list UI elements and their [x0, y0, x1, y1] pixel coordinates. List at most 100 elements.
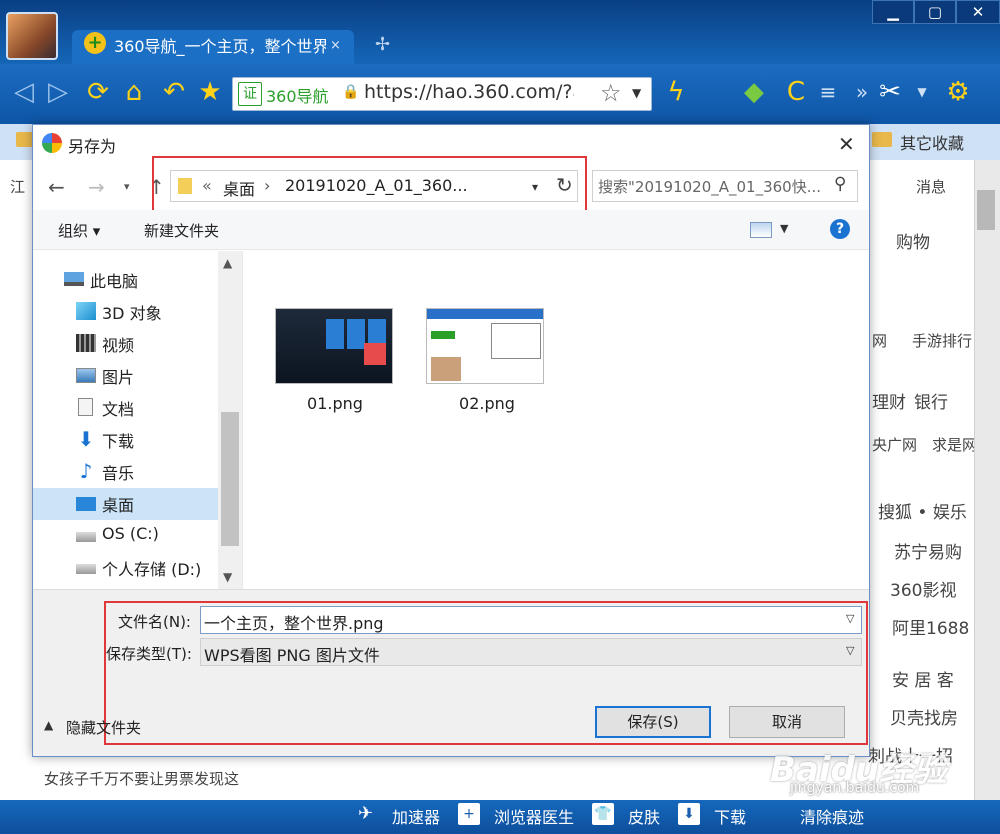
bg-link[interactable]: 理财	[872, 388, 906, 413]
file-thumbnail-01[interactable]	[275, 308, 393, 384]
nav-item-label: OS (C:)	[102, 524, 159, 543]
bg-link[interactable]: 安 居 客	[892, 666, 954, 691]
scissors-icon[interactable]: ✂	[874, 76, 906, 108]
bg-link[interactable]: 贝壳找房	[890, 704, 958, 729]
bg-link[interactable]: 网	[872, 330, 887, 351]
home-icon[interactable]: ⌂	[118, 76, 150, 108]
url-dropdown-icon[interactable]: ▼	[632, 86, 641, 100]
bg-link[interactable]: 央广网	[872, 434, 917, 455]
skin-icon: 👕	[592, 803, 614, 825]
nav-item-3d-objects[interactable]: 3D 对象	[74, 296, 218, 326]
settings-gear-icon[interactable]: ⚙	[942, 76, 974, 108]
video-icon	[76, 334, 96, 352]
help-icon[interactable]: ?	[830, 219, 850, 239]
page-scrollbar-thumb[interactable]	[977, 190, 995, 230]
nav-item-drive-c[interactable]: OS (C:)	[74, 520, 218, 550]
nav-item-this-pc[interactable]: 此电脑	[62, 264, 206, 294]
forward-icon[interactable]: ▷	[42, 76, 74, 108]
bg-link[interactable]: 搜狐 • 娱乐	[878, 498, 967, 523]
tab-close-button[interactable]: ×	[330, 38, 341, 53]
view-options-icon[interactable]	[750, 222, 772, 238]
nav-item-videos[interactable]: 视频	[74, 328, 218, 358]
refresh-icon[interactable]: ⟳	[82, 76, 114, 108]
undo-close-icon[interactable]: ↶	[158, 76, 190, 108]
bg-notification[interactable]: 消息	[916, 176, 946, 197]
file-name-01[interactable]: 01.png	[270, 394, 400, 413]
bg-link[interactable]: 求是网	[932, 434, 977, 455]
download-button[interactable]: 下载	[714, 804, 746, 828]
nav-scrollbar-thumb[interactable]	[221, 412, 239, 546]
new-folder-button[interactable]: 新建文件夹	[144, 220, 219, 241]
organize-button[interactable]: 组织 ▾	[58, 220, 100, 241]
browser-doctor-button[interactable]: 浏览器医生	[494, 804, 574, 828]
search-icon[interactable]: ⚲	[834, 174, 846, 194]
other-bookmarks-link[interactable]: 其它收藏	[900, 130, 964, 154]
forward-arrow-icon[interactable]: →	[88, 175, 105, 199]
search-input[interactable]: 搜索"20191020_A_01_360快...	[598, 176, 828, 197]
recent-locations-icon[interactable]: ▾	[124, 180, 130, 193]
nav-item-downloads[interactable]: ⬇ 下载	[74, 424, 218, 454]
dialog-title: 另存为	[68, 137, 117, 156]
bg-news-link[interactable]: 女孩子千万不要让男票发现这	[44, 768, 324, 789]
drive-icon	[76, 564, 96, 574]
nav-item-documents[interactable]: 文档	[74, 392, 218, 422]
lock-icon: 🔒	[342, 84, 360, 100]
back-arrow-icon[interactable]: ←	[48, 175, 65, 199]
back-icon[interactable]: ◁	[8, 76, 40, 108]
bg-link[interactable]: 苏宁易购	[894, 538, 962, 563]
bg-text: 江	[10, 178, 26, 196]
minimize-button[interactable]: ▁	[872, 0, 914, 24]
nav-item-label: 此电脑	[90, 272, 139, 291]
nav-item-label: 视频	[102, 336, 135, 355]
nav-scroll-down-icon[interactable]: ▼	[223, 570, 232, 584]
cancel-button[interactable]: 取消	[729, 706, 845, 738]
other-bookmarks-folder-icon	[872, 132, 892, 147]
new-tab-button[interactable]: ✢	[375, 34, 390, 55]
computer-icon	[64, 272, 84, 286]
bg-link[interactable]: 阿里1688	[892, 614, 969, 639]
scissors-dropdown-icon[interactable]: ▼	[906, 76, 938, 108]
filetype-value[interactable]: WPS看图 PNG 图片文件	[204, 642, 380, 666]
lightning-icon[interactable]: ϟ	[660, 76, 692, 108]
filetype-dropdown-icon[interactable]: ▽	[846, 644, 854, 657]
calculator-icon[interactable]: ≡	[812, 76, 844, 108]
pictures-icon	[76, 368, 96, 383]
dialog-close-button[interactable]: ✕	[838, 132, 855, 156]
translate-icon[interactable]: C	[780, 76, 812, 108]
nav-item-label: 桌面	[102, 496, 135, 515]
clear-traces-button[interactable]: 清除痕迹	[800, 804, 864, 828]
url-text[interactable]: https://hao.360.com/?a	[364, 81, 574, 103]
nav-item-pictures[interactable]: 图片	[74, 360, 218, 390]
maximize-button[interactable]: ▢	[914, 0, 956, 24]
nav-item-label: 文档	[102, 400, 135, 419]
nav-item-desktop[interactable]: 桌面	[74, 488, 218, 518]
filename-value[interactable]: 一个主页，整个世界.png	[204, 610, 384, 634]
bg-link[interactable]: 银行	[914, 388, 948, 413]
view-dropdown-icon[interactable]: ▼	[780, 222, 788, 235]
chevron-up-icon[interactable]: ▲	[44, 718, 53, 732]
drive-icon	[76, 532, 96, 542]
bg-link[interactable]: 手游排行	[912, 330, 972, 351]
hide-folders-button[interactable]: 隐藏文件夹	[66, 717, 141, 738]
documents-icon	[78, 398, 93, 416]
close-window-button[interactable]: ✕	[956, 0, 1000, 24]
skin-button[interactable]: 皮肤	[628, 804, 660, 828]
filename-label: 文件名(N):	[118, 613, 191, 631]
nav-item-label: 3D 对象	[102, 304, 162, 323]
bg-link[interactable]: 360影视	[890, 576, 956, 601]
save-button[interactable]: 保存(S)	[595, 706, 711, 738]
nav-item-drive-d[interactable]: 个人存储 (D:)	[74, 552, 218, 582]
bookmark-star-icon[interactable]: ☆	[600, 79, 622, 107]
highlight-box-address	[152, 156, 587, 214]
file-name-02[interactable]: 02.png	[422, 394, 552, 413]
page-scrollbar[interactable]	[974, 160, 1000, 800]
nav-scroll-up-icon[interactable]: ▲	[223, 256, 232, 270]
file-thumbnail-02[interactable]	[426, 308, 544, 384]
filename-dropdown-icon[interactable]: ▽	[846, 612, 854, 625]
user-avatar[interactable]	[6, 12, 58, 60]
bg-nav-shopping[interactable]: 购物	[896, 228, 930, 253]
game-icon[interactable]: ◆	[738, 76, 770, 108]
favorites-star-icon[interactable]: ★	[194, 76, 226, 108]
accelerator-button[interactable]: 加速器	[392, 804, 440, 828]
nav-item-music[interactable]: ♪ 音乐	[74, 456, 218, 486]
